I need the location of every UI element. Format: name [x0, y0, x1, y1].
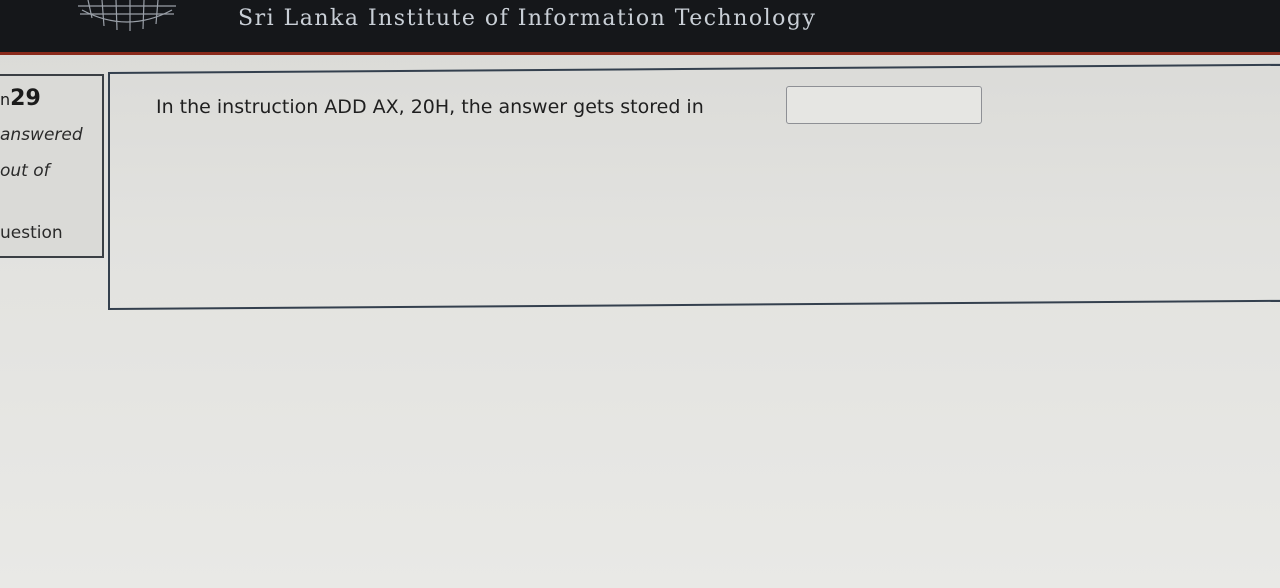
- question-text: In the instruction ADD AX, 20H, the answ…: [156, 96, 704, 118]
- answer-input[interactable]: [786, 86, 982, 124]
- site-header: Sri Lanka Institute of Information Techn…: [0, 0, 1280, 55]
- site-title: Sri Lanka Institute of Information Techn…: [238, 6, 817, 31]
- question-number: n29: [0, 86, 41, 111]
- globe-grid-icon: [78, 0, 176, 31]
- question-mark: out of: [0, 161, 50, 181]
- question-status: answered: [0, 125, 83, 145]
- flag-question-link[interactable]: uestion: [0, 223, 63, 243]
- quiz-page: Sri Lanka Institute of Information Techn…: [0, 0, 1280, 588]
